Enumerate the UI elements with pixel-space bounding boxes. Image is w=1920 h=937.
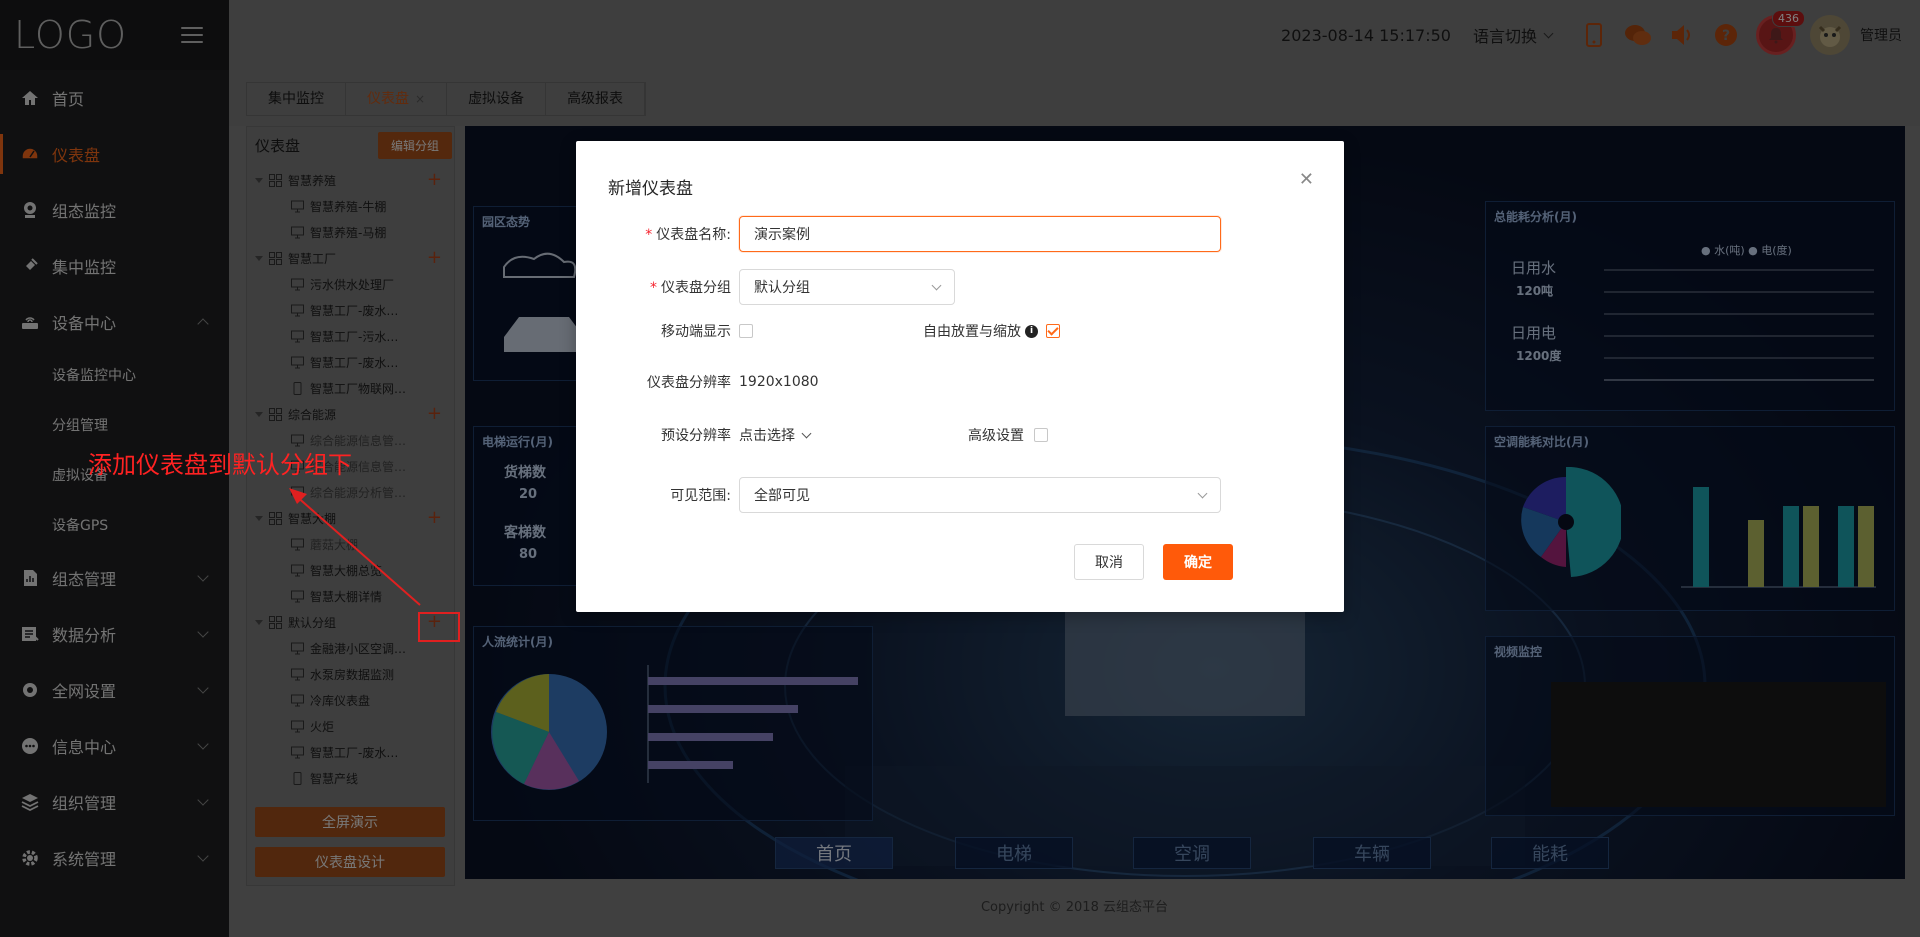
field-label: * 仪表盘名称: bbox=[645, 227, 731, 243]
field-label: 预设分辨率 bbox=[661, 428, 731, 444]
dialog-title: 新增仪表盘 bbox=[608, 179, 693, 199]
row-dashboard-group: * 仪表盘分组 默认分组 bbox=[576, 269, 955, 305]
select-value: 点击选择 bbox=[739, 428, 795, 444]
advanced-settings-checkbox[interactable] bbox=[1034, 428, 1048, 442]
field-label: 移动端显示 bbox=[661, 324, 731, 340]
add-dashboard-highlight bbox=[418, 612, 460, 642]
free-placement-checkbox[interactable] bbox=[1046, 324, 1060, 338]
row-preset: 预设分辨率 点击选择 高级设置 bbox=[576, 425, 1048, 445]
input-value: 演示案例 bbox=[754, 227, 810, 243]
chevron-down-icon bbox=[801, 428, 812, 438]
row-visibility: 可见范围: 全部可见 bbox=[576, 477, 1221, 513]
tutorial-annotation: 添加仪表盘到默认分组下 bbox=[88, 451, 352, 479]
free-placement-label: 自由放置与缩放 bbox=[923, 324, 1021, 340]
info-icon[interactable]: i bbox=[1025, 324, 1038, 338]
confirm-button[interactable]: 确定 bbox=[1163, 544, 1233, 580]
select-value: 全部可见 bbox=[754, 488, 810, 504]
mobile-display-checkbox[interactable] bbox=[739, 324, 753, 338]
field-label: * 仪表盘分组 bbox=[650, 280, 731, 296]
close-icon[interactable]: ✕ bbox=[1299, 169, 1314, 190]
select-value: 默认分组 bbox=[754, 280, 810, 296]
advanced-settings-label: 高级设置 bbox=[968, 428, 1024, 444]
chevron-down-icon bbox=[1197, 488, 1208, 498]
preset-resolution-select[interactable]: 点击选择 bbox=[739, 425, 812, 445]
row-dashboard-name: * 仪表盘名称: 演示案例 bbox=[576, 216, 1221, 252]
dashboard-name-input[interactable]: 演示案例 bbox=[739, 216, 1221, 252]
annotation-arrow-icon bbox=[289, 488, 421, 606]
visibility-select[interactable]: 全部可见 bbox=[739, 477, 1221, 513]
dashboard-group-select[interactable]: 默认分组 bbox=[739, 269, 955, 305]
row-resolution: 仪表盘分辨率 1920x1080 bbox=[576, 372, 819, 392]
chevron-down-icon bbox=[931, 280, 942, 290]
row-mobile-free: 移动端显示 自由放置与缩放 i bbox=[576, 321, 1060, 341]
field-label: 可见范围: bbox=[670, 488, 731, 504]
field-label: 仪表盘分辨率 bbox=[647, 375, 731, 391]
cancel-button[interactable]: 取消 bbox=[1074, 544, 1144, 580]
add-dashboard-dialog: 新增仪表盘 ✕ * 仪表盘名称: 演示案例 * 仪表盘分组 默认分组 移动端显示 自… bbox=[576, 141, 1344, 612]
resolution-value: 1920x1080 bbox=[739, 374, 819, 390]
